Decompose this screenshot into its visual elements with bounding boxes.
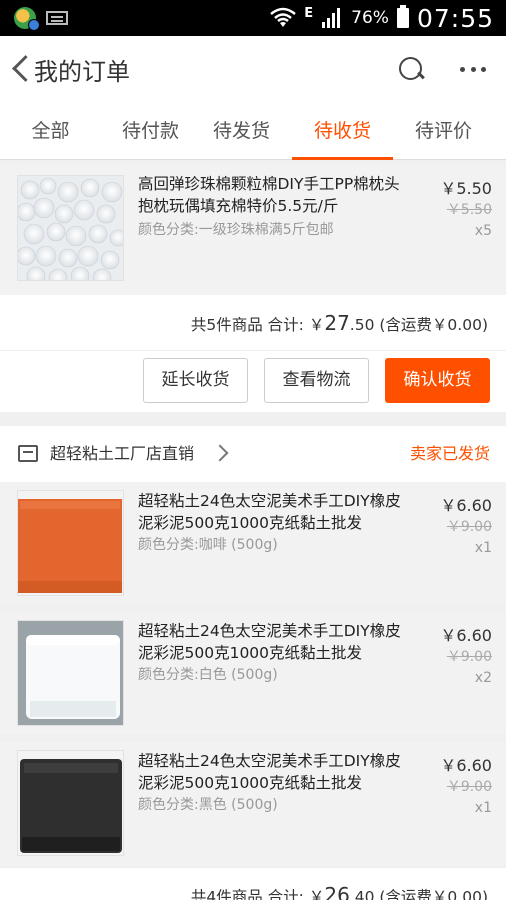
shop-name: 超轻粘土工厂店直销 — [50, 444, 195, 463]
product-original-price: ￥9.00 — [446, 519, 492, 535]
tab-pending-review[interactable]: 待评价 — [393, 102, 494, 160]
product-quantity: x2 — [474, 670, 492, 686]
app-notification-icon — [14, 7, 40, 31]
tab-pending-receipt[interactable]: 待收货 — [292, 102, 393, 160]
back-arrow-icon[interactable] — [8, 54, 34, 84]
nav-bar: 我的订单 — [0, 36, 506, 102]
product-title: 超轻粘土24色太空泥美术手工DIY橡皮泥彩泥500克1000克纸黏土批发 — [138, 622, 401, 662]
product-title: 超轻粘土24色太空泥美术手工DIY橡皮泥彩泥500克1000克纸黏土批发 — [138, 752, 401, 792]
product-original-price: ￥5.50 — [446, 202, 492, 218]
shop-header[interactable]: 超轻粘土工厂店直销 卖家已发货 — [0, 426, 506, 482]
page-title: 我的订单 — [34, 58, 130, 86]
battery-icon — [396, 5, 409, 28]
summary-total-int: 27 — [324, 311, 350, 335]
product-price: ￥6.60 — [440, 626, 492, 645]
summary-shipping: (含运费￥0.00) — [374, 888, 488, 900]
product-variant: 颜色分类:白色 (500g) — [138, 667, 278, 683]
order-item[interactable]: 超轻粘土24色太空泥美术手工DIY橡皮泥彩泥500克1000克纸黏土批发 颜色分… — [0, 612, 506, 734]
summary-shipping: (含运费￥0.00) — [374, 316, 488, 334]
order-summary: 共4件商品 合计: ￥26.40 (含运费￥0.00) — [0, 868, 506, 900]
tab-all[interactable]: 全部 — [0, 102, 101, 160]
product-variant: 颜色分类:黑色 (500g) — [138, 797, 278, 813]
order-item[interactable]: 高回弹珍珠棉颗粒棉DIY手工PP棉枕头抱枕玩偶填充棉特价5.5元/斤 颜色分类:… — [0, 165, 506, 295]
clock: 07:55 — [416, 3, 494, 33]
product-image — [17, 750, 124, 856]
product-image — [17, 490, 124, 596]
summary-total-dec: .50 — [349, 316, 375, 334]
product-quantity: x5 — [474, 223, 492, 239]
summary-count-text: 共5件商品 合计: ￥ — [190, 316, 325, 334]
chevron-right-icon — [211, 444, 229, 462]
product-original-price: ￥9.00 — [446, 649, 492, 665]
order-item[interactable]: 超轻粘土24色太空泥美术手工DIY橡皮泥彩泥500克1000克纸黏土批发 颜色分… — [0, 742, 506, 866]
extend-receipt-button[interactable]: 延长收货 — [143, 358, 248, 403]
tab-pending-shipment[interactable]: 待发货 — [191, 102, 292, 160]
order-status: 卖家已发货 — [409, 444, 490, 463]
status-bar: E 76% 07:55 — [0, 0, 506, 36]
product-price: ￥5.50 — [440, 179, 492, 198]
product-variant: 颜色分类:咖啡 (500g) — [138, 537, 278, 553]
summary-total-int: 26 — [324, 883, 350, 900]
product-image — [17, 620, 124, 726]
divider — [0, 734, 506, 742]
product-price: ￥6.60 — [440, 756, 492, 775]
shop-icon — [18, 445, 38, 462]
network-type-label: E — [304, 5, 314, 21]
product-title: 高回弹珍珠棉颗粒棉DIY手工PP棉枕头抱枕玩偶填充棉特价5.5元/斤 — [138, 175, 400, 215]
divider — [0, 604, 506, 612]
tab-pending-payment[interactable]: 待付款 — [100, 102, 201, 160]
battery-percent: 76% — [351, 8, 389, 28]
product-quantity: x1 — [474, 540, 492, 556]
product-quantity: x1 — [474, 800, 492, 816]
product-price: ￥6.60 — [440, 496, 492, 515]
product-variant: 颜色分类:一级珍珠棉满5斤包邮 — [138, 222, 334, 238]
order-status-tabs: 全部 待付款 待发货 待收货 待评价 — [0, 102, 506, 160]
order-item[interactable]: 超轻粘土24色太空泥美术手工DIY橡皮泥彩泥500克1000克纸黏土批发 颜色分… — [0, 482, 506, 604]
summary-count-text: 共4件商品 合计: ￥ — [190, 888, 325, 900]
more-options-icon[interactable] — [460, 56, 486, 82]
confirm-receipt-button[interactable]: 确认收货 — [385, 358, 490, 403]
message-notification-icon — [46, 11, 68, 25]
product-image — [17, 175, 124, 281]
signal-icon — [322, 8, 341, 28]
summary-total-dec: .40 — [349, 888, 375, 900]
order-summary: 共5件商品 合计: ￥27.50 (含运费￥0.00) — [0, 295, 506, 351]
search-icon[interactable] — [398, 56, 424, 82]
view-logistics-button[interactable]: 查看物流 — [264, 358, 369, 403]
product-title: 超轻粘土24色太空泥美术手工DIY橡皮泥彩泥500克1000克纸黏土批发 — [138, 492, 401, 532]
wifi-icon — [270, 7, 297, 27]
order-actions: 延长收货 查看物流 确认收货 — [0, 350, 506, 412]
product-original-price: ￥9.00 — [446, 779, 492, 795]
